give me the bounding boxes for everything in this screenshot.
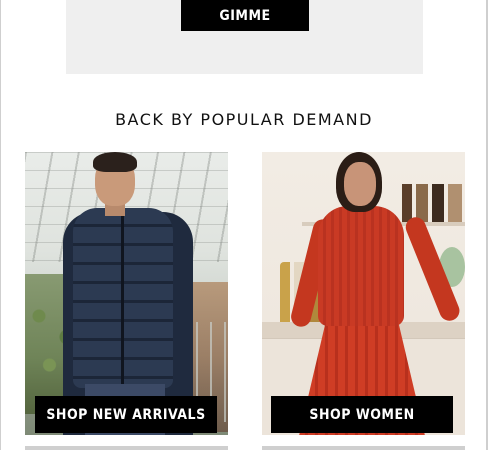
gimme-button[interactable]: GIMME [181,0,309,31]
email-page: GIMME BACK BY POPULAR DEMAND SHOP NEW AR… [0,0,488,450]
shop-new-arrivals-button[interactable]: SHOP NEW ARRIVALS [35,396,217,433]
men-product-photo[interactable] [25,152,228,435]
product-card-men[interactable]: SHOP NEW ARRIVALS [25,152,228,435]
next-card-top-edge [262,446,465,450]
women-product-photo[interactable] [262,152,465,435]
shop-women-button[interactable]: SHOP WOMEN [271,396,453,433]
next-card-top-edge [25,446,228,450]
page-border-left [0,0,1,450]
promo-box: GIMME [66,0,423,74]
section-heading: BACK BY POPULAR DEMAND [115,110,373,129]
product-card-women[interactable]: SHOP WOMEN [262,152,465,435]
